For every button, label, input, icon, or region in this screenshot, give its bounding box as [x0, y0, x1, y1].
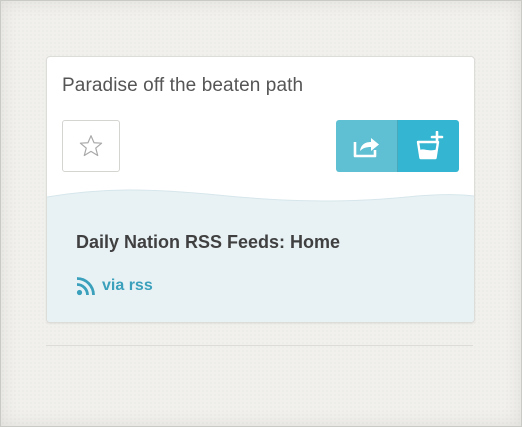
star-outline-icon	[79, 135, 103, 157]
action-button-group	[336, 120, 459, 172]
share-arrow-icon	[353, 138, 379, 158]
via-link[interactable]: via rss	[76, 276, 153, 296]
section-divider	[46, 345, 473, 346]
source-name[interactable]: Daily Nation RSS Feeds: Home	[76, 232, 356, 252]
via-label: via rss	[102, 277, 153, 294]
save-to-bucket-button[interactable]	[398, 120, 459, 172]
story-title[interactable]: Paradise off the beaten path	[62, 75, 303, 97]
favorite-button[interactable]	[62, 120, 120, 172]
story-card[interactable]: Paradise off the beaten path Daily Natio…	[46, 56, 475, 323]
add-to-bucket-icon	[416, 131, 443, 160]
wave-divider	[47, 189, 474, 207]
rss-icon	[76, 277, 95, 296]
source-background	[47, 205, 474, 322]
app-frame: Paradise off the beaten path Daily Natio…	[0, 0, 522, 427]
source-panel	[47, 187, 474, 322]
share-button[interactable]	[336, 120, 398, 172]
